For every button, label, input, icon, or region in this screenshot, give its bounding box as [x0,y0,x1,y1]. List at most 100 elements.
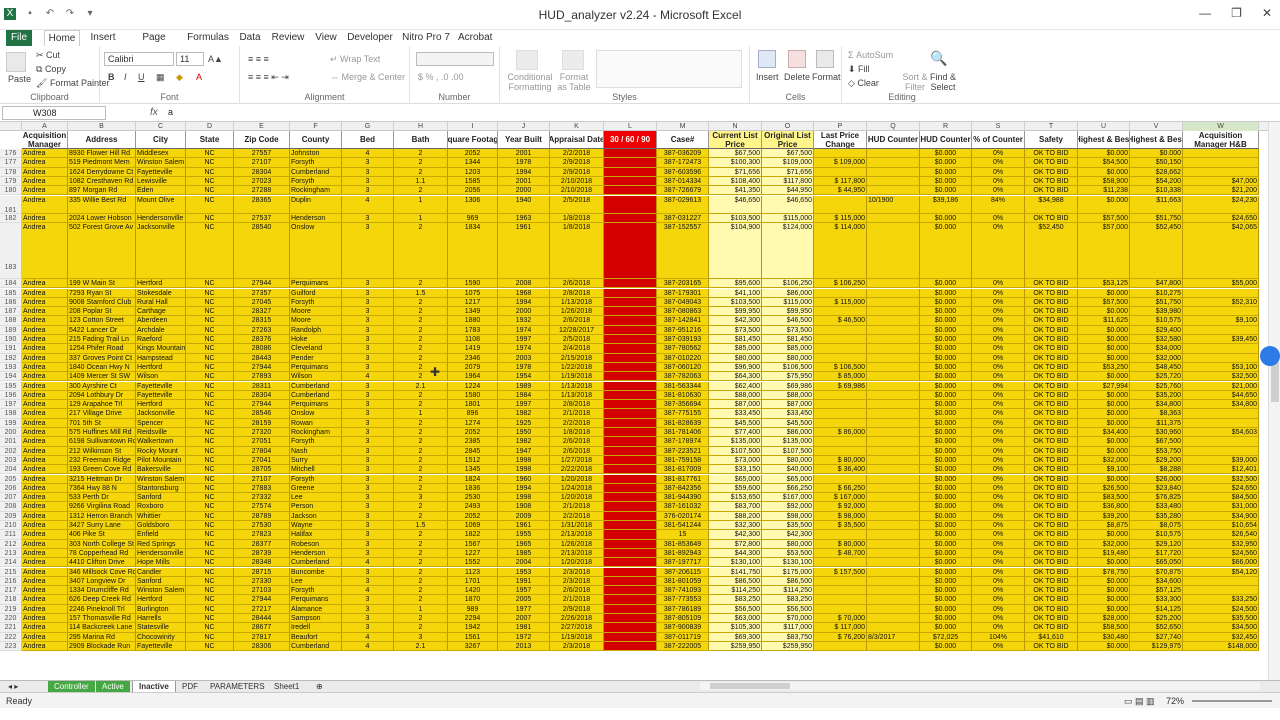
cell[interactable]: $0.000 [920,465,972,475]
cell[interactable]: Halifax [290,530,342,540]
cell[interactable]: $10,575 [1130,316,1183,326]
vertical-scroll-thumb[interactable] [1271,362,1279,402]
cell[interactable]: $88,000 [709,390,762,401]
tab-data[interactable]: Data [236,30,264,46]
cell[interactable]: Lewisville [136,176,186,187]
cell[interactable] [1183,437,1259,447]
cell[interactable]: Lee [290,576,342,587]
cell[interactable]: $0.000 [920,521,972,531]
cell[interactable]: 3 [342,595,394,605]
cell[interactable]: 12/28/2017 [550,325,604,335]
cell[interactable]: $34,800 [1130,400,1183,410]
cell[interactable]: 1984 [498,390,550,401]
row-header[interactable]: 185 [0,288,22,298]
cell[interactable]: NC [186,167,234,177]
cell[interactable]: 2 [394,335,448,345]
cell[interactable]: $8,363 [1130,409,1183,419]
cell[interactable]: Andrea [22,586,68,596]
cell[interactable]: 2052 [448,149,498,159]
cell[interactable] [814,325,867,335]
cell[interactable]: 1932 [498,316,550,326]
cell[interactable]: 1306 [448,195,498,215]
format-painter-button[interactable]: 🖌 Format Painter [36,78,109,89]
cell[interactable]: $0.000 [1078,530,1130,540]
row-header[interactable]: 201 [0,437,22,447]
cell[interactable]: Cleveland [290,344,342,354]
cell[interactable]: NC [186,353,234,363]
cell[interactable]: 387-223521 [657,446,709,456]
cell[interactable]: 1075 [448,288,498,298]
cell[interactable]: 381-892943 [657,548,709,559]
cell[interactable]: Andrea [22,214,68,224]
cell[interactable]: Perquimans [290,362,342,373]
delete-cells-icon[interactable] [788,50,806,68]
underline-button[interactable]: U [138,72,145,82]
cell[interactable]: NC [186,316,234,326]
cell[interactable]: $40,000 [762,465,814,475]
cell[interactable]: 2/5/2018 [550,195,604,215]
cell[interactable]: 519 Piedmont Mem [68,158,136,168]
cell[interactable] [867,521,920,531]
cell[interactable]: $39,186 [920,195,972,215]
cell[interactable] [604,474,657,484]
cell[interactable]: 199 W Main St [68,279,136,289]
font-size-box[interactable]: 11 [176,52,204,66]
cell[interactable]: 387-900839 [657,623,709,633]
cell[interactable]: OK TO BID [1025,167,1078,177]
cell[interactable]: Cumberland [290,641,342,652]
cell[interactable]: $0.000 [920,623,972,633]
cell[interactable] [604,288,657,298]
wrap-text-button[interactable]: ↵ Wrap Text [330,54,380,65]
cell[interactable]: Middlesex [136,149,186,159]
cell[interactable]: 0% [972,623,1025,633]
cell[interactable]: 2 [394,558,448,568]
cell[interactable]: 2/1/2018 [550,409,604,419]
cell[interactable]: Andrea [22,437,68,447]
cell[interactable]: $33,480 [1130,502,1183,512]
cell[interactable]: $0.000 [920,511,972,521]
cell[interactable] [867,316,920,326]
cell[interactable]: Rocky Mount [136,446,186,456]
cell[interactable]: $53,125 [1078,279,1130,289]
column-header-A[interactable]: A [22,122,68,131]
cell[interactable]: OK TO BID [1025,437,1078,447]
cell[interactable]: $25,720 [1130,372,1183,382]
cell[interactable]: 3 [342,381,394,391]
cell[interactable]: $11,663 [1130,195,1183,215]
cell[interactable]: Sanford [136,576,186,587]
cell[interactable]: 381-817761 [657,474,709,484]
cell[interactable]: 0% [972,418,1025,428]
format-as-table-icon[interactable] [562,50,584,70]
cell[interactable]: 387-741093 [657,586,709,596]
cell[interactable]: 2/22/2018 [550,465,604,475]
cell[interactable]: $0.000 [920,353,972,363]
cell[interactable]: NC [186,214,234,224]
cell[interactable]: 0% [972,539,1025,549]
align-left-icon[interactable]: ≡ ≡ ≡ ⇤ ⇥ [248,72,289,83]
cell[interactable]: $0.000 [1078,604,1130,614]
cell[interactable]: 1254 Phifer Road [68,344,136,354]
cell[interactable]: OK TO BID [1025,362,1078,373]
cell[interactable]: 387-842356 [657,483,709,494]
cell[interactable]: 2346 [448,353,498,363]
cell[interactable]: Sanford [136,493,186,503]
cell[interactable]: OK TO BID [1025,176,1078,187]
cell[interactable]: Stokesdale [136,288,186,298]
cell[interactable]: 2/3/2018 [550,567,604,577]
cell[interactable]: 3 [342,493,394,503]
cell[interactable]: 3 [342,223,394,280]
cell[interactable]: 2493 [448,502,498,512]
cell[interactable]: OK TO BID [1025,335,1078,345]
cell[interactable]: OK TO BID [1025,381,1078,391]
cell[interactable]: Forsyth [290,176,342,187]
cell[interactable]: NC [186,428,234,438]
cell[interactable]: 27944 [234,362,290,373]
cell[interactable]: Wilson [136,372,186,382]
cell[interactable]: Perquimans [290,279,342,289]
cell[interactable]: 387-775155 [657,409,709,419]
cell[interactable]: $36,800 [1078,502,1130,512]
cell[interactable]: 3 [342,437,394,447]
cell[interactable] [604,558,657,568]
cell[interactable] [604,400,657,410]
fill-color-icon[interactable]: ◆ [176,72,183,83]
